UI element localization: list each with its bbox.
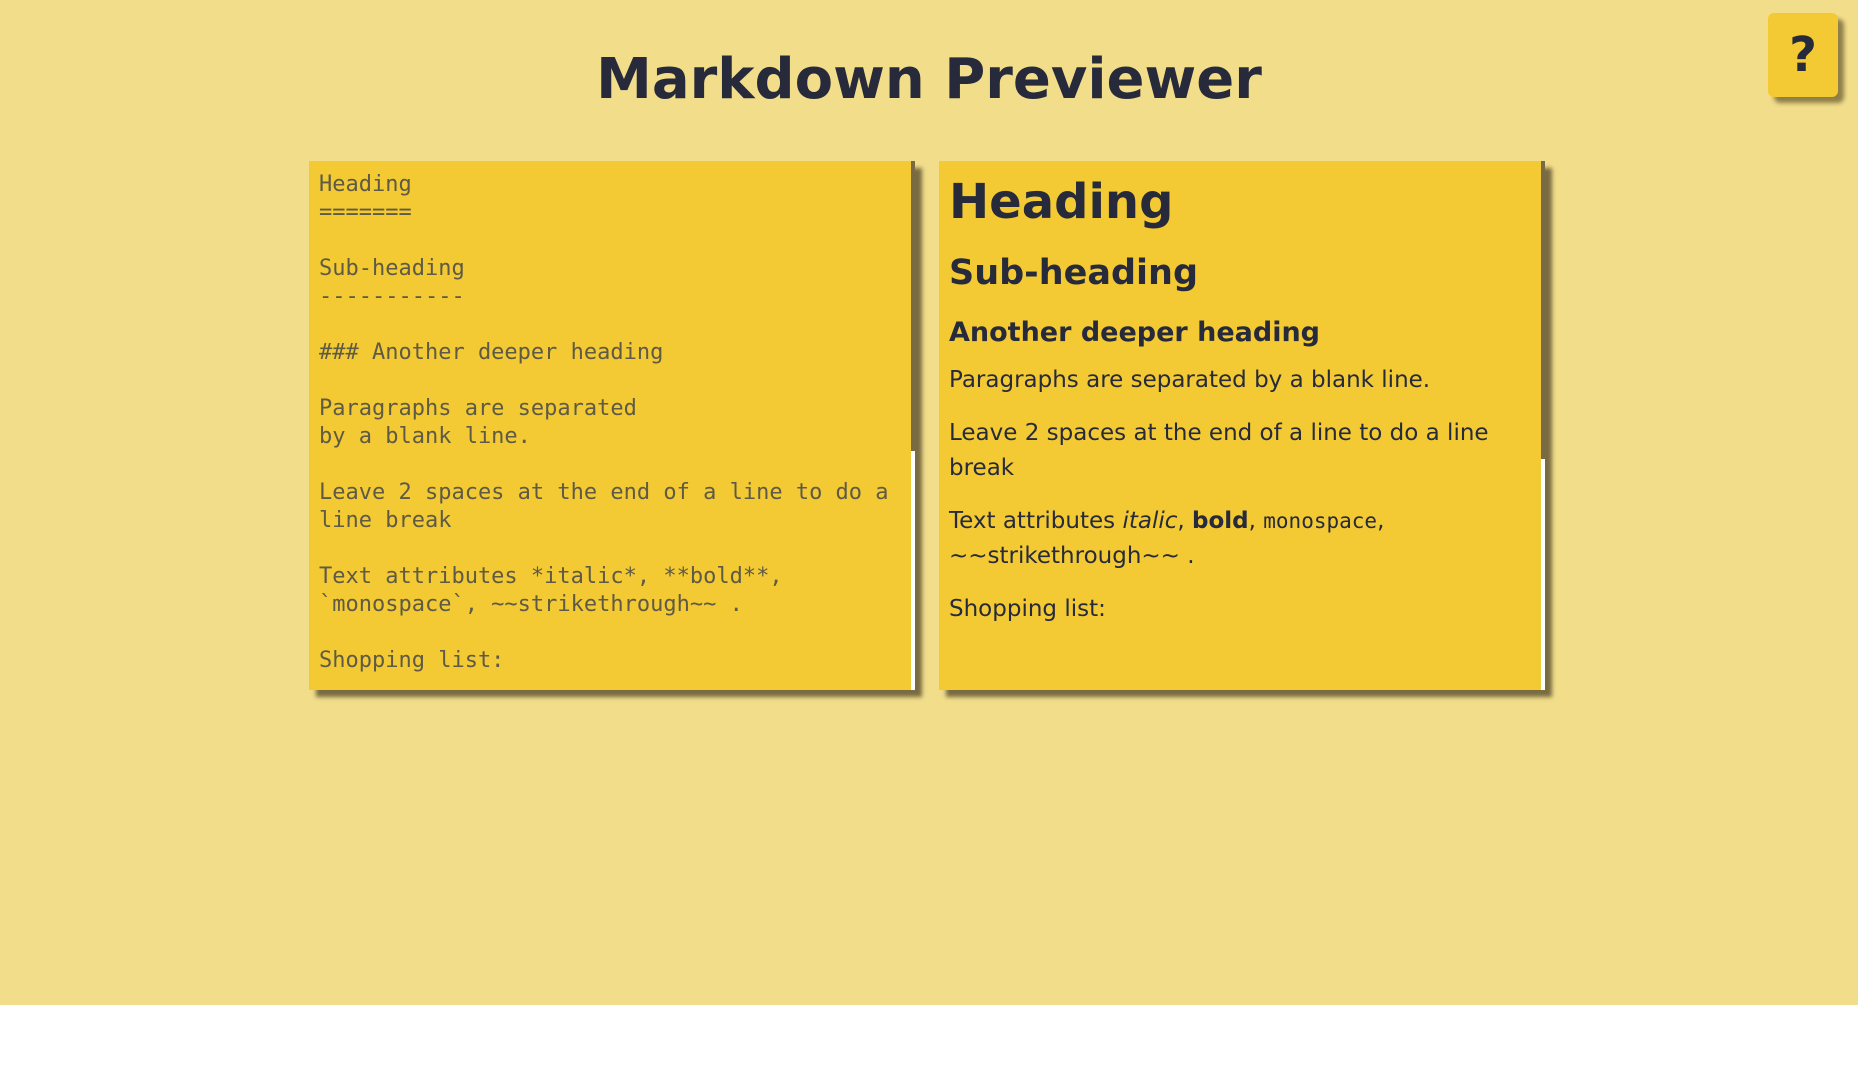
preview-paragraph: Paragraphs are separated by a blank line…: [949, 367, 1431, 393]
separator: ,: [1248, 508, 1264, 534]
preview-content: Heading Sub-heading Another deeper headi…: [949, 167, 1534, 645]
preview-paragraph: Leave 2 spaces at the end of a line to d…: [949, 420, 1489, 481]
preview-paragraph: Shopping list:: [949, 596, 1106, 622]
help-button[interactable]: ?: [1768, 13, 1838, 97]
preview-heading-1: Heading: [949, 174, 1174, 230]
preview-heading-2: Sub-heading: [949, 253, 1198, 293]
editor-scrollbar[interactable]: [911, 161, 915, 690]
preview-heading-3: Another deeper heading: [949, 317, 1321, 348]
text-attributes-label: Text attributes: [949, 508, 1123, 534]
preview-scrollbar[interactable]: [1541, 161, 1545, 690]
markdown-preview: Heading Sub-heading Another deeper headi…: [939, 161, 1545, 690]
markdown-editor[interactable]: Heading ======= Sub-heading ----------- …: [309, 161, 915, 690]
preview-text-attributes: Text attributes italic, bold, monospace,…: [949, 504, 1534, 574]
editor-textarea[interactable]: Heading ======= Sub-heading ----------- …: [319, 171, 904, 675]
page-title: Markdown Previewer: [596, 47, 1262, 112]
monospace-text: monospace: [1263, 509, 1378, 533]
bold-text: bold: [1192, 508, 1249, 534]
italic-text: italic: [1122, 508, 1178, 534]
separator: ,: [1177, 508, 1193, 534]
question-mark-icon: ?: [1789, 27, 1817, 83]
preview-scrollbar-thumb[interactable]: [1541, 161, 1545, 459]
editor-scrollbar-thumb[interactable]: [911, 161, 915, 451]
page-background: Markdown Previewer ? Heading ======= Sub…: [0, 0, 1858, 1005]
